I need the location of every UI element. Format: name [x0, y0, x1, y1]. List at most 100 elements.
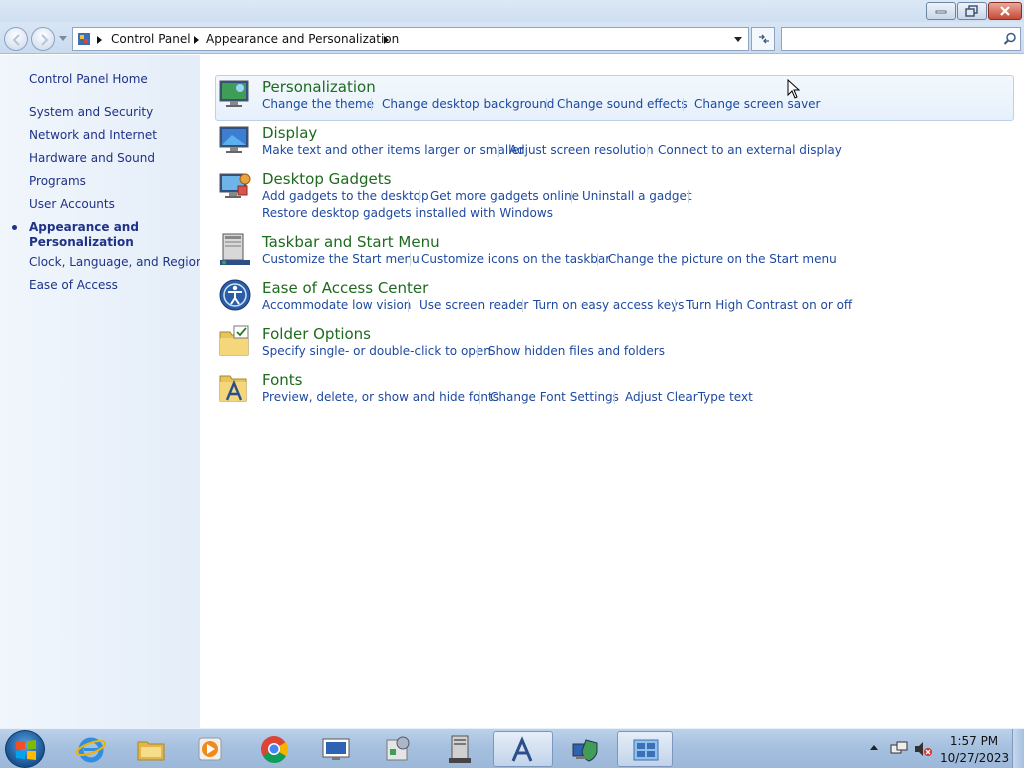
task-connect-external-display[interactable]: Connect to an external display — [658, 143, 842, 158]
search-icon[interactable] — [1003, 32, 1017, 46]
address-bar[interactable]: Control Panel Appearance and Personaliza… — [72, 27, 749, 51]
task-change-desktop-background[interactable]: Change desktop background — [382, 97, 554, 112]
category-ease-of-access-title[interactable]: Ease of Access Center — [262, 279, 428, 297]
category-taskbar-start-title[interactable]: Taskbar and Start Menu — [262, 233, 440, 251]
breadcrumb-arrow-icon[interactable] — [194, 36, 199, 44]
category-fonts-title[interactable]: Fonts — [262, 371, 302, 389]
taskbar-media-player[interactable] — [183, 731, 239, 767]
task-change-sound-effects[interactable]: Change sound effects — [557, 97, 688, 112]
show-desktop-button[interactable] — [1012, 729, 1024, 768]
arrow-left-icon — [12, 34, 20, 46]
category-personalization-title[interactable]: Personalization — [262, 78, 376, 96]
clock-time[interactable]: 1:57 PM — [940, 734, 1008, 748]
task-restore-gadgets[interactable]: Restore desktop gadgets installed with W… — [262, 206, 553, 221]
task-change-screen-saver[interactable]: Change screen saver — [694, 97, 821, 112]
task-adjust-screen-resolution[interactable]: Adjust screen resolution — [509, 143, 654, 158]
restore-button[interactable] — [957, 2, 987, 20]
taskbar-internet-explorer[interactable] — [63, 731, 119, 767]
separator — [546, 98, 547, 111]
sidebar-item-ease-of-access[interactable]: Ease of Access — [29, 278, 118, 293]
breadcrumb-control-panel[interactable]: Control Panel — [111, 32, 191, 46]
search-box[interactable] — [781, 27, 1021, 51]
task-accommodate-low-vision[interactable]: Accommodate low vision — [262, 298, 411, 313]
file-explorer-icon — [137, 741, 165, 761]
sidebar-item-control-panel-home[interactable]: Control Panel Home — [29, 72, 148, 87]
category-display-title[interactable]: Display — [262, 124, 317, 142]
separator — [688, 190, 689, 203]
media-player-icon — [198, 737, 222, 761]
breadcrumb-arrow-icon[interactable] — [97, 36, 102, 44]
minimize-button[interactable] — [926, 2, 956, 20]
taskbar-display-settings[interactable] — [308, 731, 364, 767]
taskbar-network-shield[interactable] — [557, 731, 613, 767]
taskbar-server-manager[interactable] — [432, 731, 488, 767]
task-get-more-gadgets[interactable]: Get more gadgets online — [430, 189, 579, 204]
task-change-start-picture[interactable]: Change the picture on the Start menu — [608, 252, 837, 267]
category-desktop-gadgets-title[interactable]: Desktop Gadgets — [262, 170, 391, 188]
task-single-double-click[interactable]: Specify single- or double-click to open — [262, 344, 491, 359]
breadcrumb-arrow-icon[interactable] — [384, 36, 389, 44]
address-dropdown-icon[interactable] — [734, 37, 742, 42]
search-input[interactable] — [782, 28, 994, 50]
ease-of-access-icon[interactable] — [218, 278, 252, 312]
task-preview-fonts[interactable]: Preview, delete, or show and hide fonts — [262, 390, 499, 405]
taskbar-chrome[interactable] — [246, 731, 302, 767]
close-button[interactable] — [988, 2, 1022, 20]
show-hidden-icons-icon[interactable] — [870, 745, 878, 750]
recent-pages-dropdown-icon[interactable] — [59, 36, 67, 41]
task-easy-access-keys[interactable]: Turn on easy access keys — [533, 298, 684, 313]
sidebar-item-user-accounts[interactable]: User Accounts — [29, 197, 115, 212]
sidebar-item-clock-language-region[interactable]: Clock, Language, and Region — [29, 255, 204, 270]
task-make-text-larger[interactable]: Make text and other items larger or smal… — [262, 143, 524, 158]
task-change-font-settings[interactable]: Change Font Settings — [490, 390, 619, 405]
task-customize-start-menu[interactable]: Customize the Start menu — [262, 252, 420, 267]
back-button[interactable] — [4, 27, 28, 51]
sidebar-item-appearance-line1[interactable]: Appearance and — [29, 220, 139, 235]
clock-date[interactable]: 10/27/2023 — [940, 751, 1009, 765]
display-app-icon — [322, 738, 350, 760]
task-add-gadgets[interactable]: Add gadgets to the desktop — [262, 189, 429, 204]
separator — [410, 253, 411, 266]
sidebar-item-network-internet[interactable]: Network and Internet — [29, 128, 157, 143]
fonts-app-icon — [511, 736, 533, 762]
start-button[interactable] — [5, 730, 45, 768]
separator — [498, 144, 499, 157]
folder-options-icon[interactable] — [218, 324, 252, 358]
minimize-icon — [935, 10, 947, 14]
taskbar-control-panel[interactable] — [617, 731, 673, 767]
task-customize-taskbar-icons[interactable]: Customize icons on the taskbar — [421, 252, 610, 267]
internet-explorer-icon — [76, 737, 106, 763]
navigation-bar: Control Panel Appearance and Personaliza… — [0, 22, 1024, 54]
task-use-screen-reader[interactable]: Use screen reader — [419, 298, 528, 313]
task-uninstall-gadget[interactable]: Uninstall a gadget — [582, 189, 692, 204]
taskbar-icon[interactable] — [218, 232, 252, 266]
title-bar — [0, 0, 1024, 22]
task-high-contrast[interactable]: Turn High Contrast on or off — [686, 298, 852, 313]
restore-icon — [965, 5, 978, 17]
control-panel-icon — [633, 739, 659, 761]
sidebar-item-hardware-sound[interactable]: Hardware and Sound — [29, 151, 155, 166]
network-icon[interactable] — [890, 741, 908, 757]
sidebar-item-appearance-line2[interactable]: Personalization — [29, 235, 134, 250]
task-adjust-cleartype[interactable]: Adjust ClearType text — [625, 390, 753, 405]
personalization-icon[interactable] — [218, 77, 252, 111]
volume-muted-icon[interactable] — [914, 741, 932, 757]
network-shield-icon — [572, 739, 598, 762]
separator — [419, 190, 420, 203]
category-folder-options-title[interactable]: Folder Options — [262, 325, 371, 343]
taskbar-fonts-window[interactable] — [493, 731, 553, 767]
taskbar-control-tools[interactable] — [370, 731, 426, 767]
taskbar-file-explorer[interactable] — [123, 731, 179, 767]
task-show-hidden-files[interactable]: Show hidden files and folders — [488, 344, 665, 359]
breadcrumb-appearance[interactable]: Appearance and Personalization — [206, 32, 399, 46]
separator — [675, 299, 676, 312]
forward-button[interactable] — [31, 27, 55, 51]
fonts-icon[interactable] — [218, 370, 252, 404]
task-change-theme[interactable]: Change the theme — [262, 97, 374, 112]
refresh-button[interactable] — [751, 27, 775, 51]
display-icon[interactable] — [218, 123, 252, 157]
sidebar-item-system-security[interactable]: System and Security — [29, 105, 153, 120]
sidebar-item-programs[interactable]: Programs — [29, 174, 86, 189]
separator — [479, 391, 480, 404]
desktop-gadgets-icon[interactable] — [218, 169, 252, 203]
